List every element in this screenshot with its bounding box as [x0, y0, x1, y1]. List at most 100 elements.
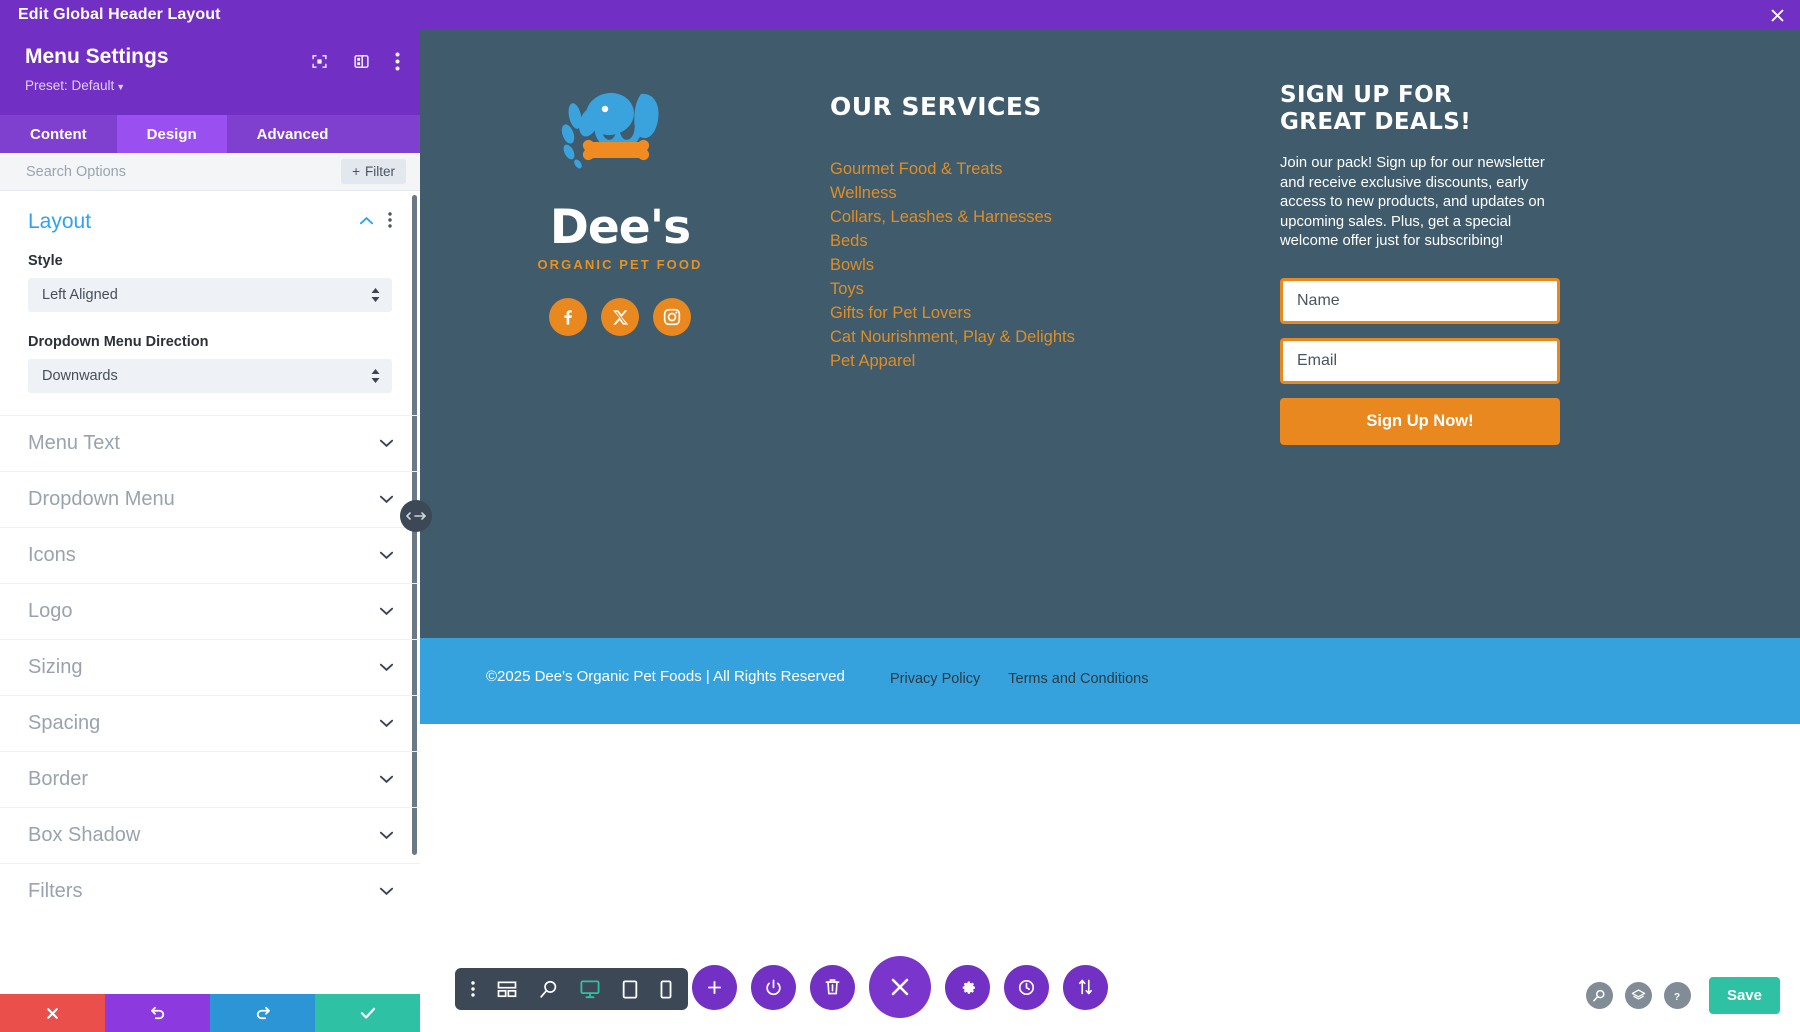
section-sizing[interactable]: Sizing [0, 639, 420, 695]
window-titlebar: Edit Global Header Layout [0, 0, 1800, 30]
field-style: Style Left Aligned [28, 253, 392, 312]
facebook-icon[interactable] [549, 298, 587, 336]
settings-gear-icon[interactable] [945, 964, 990, 1010]
signup-heading: SIGN UP FOR GREAT DEALS! [1280, 82, 1472, 135]
section-icons-label: Icons [28, 544, 76, 566]
add-icon[interactable] [692, 964, 737, 1010]
undo-button[interactable] [105, 994, 210, 1032]
social-links [549, 298, 691, 336]
section-box-shadow[interactable]: Box Shadow [0, 807, 420, 863]
chevron-down-icon [379, 659, 394, 677]
name-field[interactable] [1280, 277, 1560, 324]
footer-bottom-bar: ©2025 Dee's Organic Pet Foods | All Righ… [420, 638, 1800, 724]
redo-button[interactable] [210, 994, 315, 1032]
section-dropdown-menu[interactable]: Dropdown Menu [0, 471, 420, 527]
search-bar: + Filter [0, 153, 420, 191]
section-layout-header[interactable]: Layout [28, 191, 392, 253]
footer-signup-column: SIGN UP FOR GREAT DEALS! Join our pack! … [1260, 82, 1680, 445]
list-item[interactable]: Collars, Leashes & Harnesses [830, 205, 1260, 229]
settings-sections: Layout Style Left Aligned Dropdown Menu … [0, 191, 420, 1014]
section-menu-text[interactable]: Menu Text [0, 415, 420, 471]
more-vertical-icon[interactable] [395, 52, 400, 71]
website-preview: Dee's ORGANIC PET FOOD OUR SERVICES Gour… [420, 30, 1800, 1032]
footer-dark-section: Dee's ORGANIC PET FOOD OUR SERVICES Gour… [420, 30, 1800, 638]
list-item[interactable]: Wellness [830, 181, 1260, 205]
page-title: Menu Settings [25, 45, 169, 68]
section-menu-text-label: Menu Text [28, 432, 120, 454]
tab-design[interactable]: Design [116, 115, 227, 153]
signup-description: Join our pack! Sign up for our newslette… [1280, 155, 1545, 249]
chevron-down-icon: ▼ [116, 82, 126, 92]
more-vertical-icon[interactable] [471, 981, 475, 997]
footer-legal-links: Privacy Policy Terms and Conditions [890, 671, 1149, 687]
list-item[interactable]: Toys [830, 277, 1260, 301]
help-icon[interactable]: ? [1663, 982, 1691, 1009]
section-box-shadow-label: Box Shadow [28, 824, 141, 846]
builder-screen: Edit Global Header Layout Dee's ORGANIC … [0, 0, 1800, 1032]
style-select-value: Left Aligned [42, 287, 118, 303]
cancel-button[interactable] [0, 994, 105, 1032]
list-item[interactable]: Gourmet Food & Treats [830, 157, 1260, 181]
section-logo[interactable]: Logo [0, 583, 420, 639]
email-field[interactable] [1280, 337, 1560, 384]
panel-resize-handle[interactable] [400, 500, 432, 532]
layers-icon[interactable] [1624, 982, 1652, 1009]
dog-logo-icon [561, 92, 659, 169]
search-input[interactable] [26, 163, 276, 180]
close-icon[interactable] [1769, 0, 1786, 30]
phone-view-icon[interactable] [660, 979, 672, 999]
terms-conditions-link[interactable]: Terms and Conditions [1008, 671, 1148, 687]
tablet-view-icon[interactable] [622, 979, 638, 999]
trash-icon[interactable] [810, 964, 855, 1010]
section-border[interactable]: Border [0, 751, 420, 807]
chevron-up-icon[interactable] [359, 213, 374, 231]
history-clock-icon[interactable] [1004, 964, 1049, 1010]
filter-button[interactable]: + Filter [341, 159, 406, 184]
dropdown-direction-select[interactable]: Downwards [28, 359, 392, 393]
desktop-view-icon[interactable] [580, 979, 600, 999]
field-dropdown-direction-label: Dropdown Menu Direction [28, 334, 209, 350]
panel-header-actions [311, 52, 400, 71]
style-select[interactable]: Left Aligned [28, 278, 392, 312]
panel-layout-icon[interactable] [353, 53, 370, 70]
chevron-down-icon [379, 491, 394, 509]
list-item[interactable]: Cat Nourishment, Play & Delights [830, 325, 1260, 349]
zoom-out-icon[interactable] [539, 980, 558, 999]
power-icon[interactable] [751, 964, 796, 1010]
privacy-policy-link[interactable]: Privacy Policy [890, 671, 980, 687]
tab-content[interactable]: Content [0, 115, 117, 153]
preset-selector[interactable]: Preset: Default ▼ [25, 78, 125, 93]
select-arrows-icon [371, 369, 380, 383]
focus-target-icon[interactable] [311, 53, 328, 70]
save-button[interactable]: Save [1708, 977, 1780, 1014]
list-item[interactable]: Beds [830, 229, 1260, 253]
sort-arrows-icon[interactable] [1063, 964, 1108, 1010]
list-item[interactable]: Bowls [830, 253, 1260, 277]
tab-advanced[interactable]: Advanced [227, 115, 359, 153]
chevron-down-icon [379, 603, 394, 621]
builder-main-toolbar [692, 956, 1108, 1018]
search-icon[interactable] [1585, 982, 1613, 1009]
section-filters[interactable]: Filters [0, 863, 420, 919]
wireframe-icon[interactable] [497, 980, 517, 998]
x-twitter-icon[interactable] [601, 298, 639, 336]
list-item[interactable]: Pet Apparel [830, 349, 1260, 373]
settings-panel: Menu Settings Preset: Default ▼ Content … [0, 30, 420, 1032]
check-icon [360, 1007, 375, 1019]
instagram-icon[interactable] [653, 298, 691, 336]
chevron-down-icon [379, 827, 394, 845]
builder-view-toolbar [455, 968, 688, 1010]
section-spacing[interactable]: Spacing [0, 695, 420, 751]
section-icons[interactable]: Icons [0, 527, 420, 583]
more-vertical-icon[interactable] [388, 211, 392, 233]
brand-logo [535, 82, 705, 202]
select-arrows-icon [371, 288, 380, 302]
close-builder-icon[interactable] [869, 956, 931, 1018]
signup-submit-button[interactable]: Sign Up Now! [1280, 397, 1560, 445]
list-item[interactable]: Gifts for Pet Lovers [830, 301, 1260, 325]
confirm-button[interactable] [315, 994, 420, 1032]
plus-icon: + [352, 164, 360, 179]
dropdown-direction-value: Downwards [42, 368, 118, 384]
copyright-text: ©2025 Dee's Organic Pet Foods | All Righ… [486, 668, 845, 685]
section-spacing-label: Spacing [28, 712, 101, 734]
